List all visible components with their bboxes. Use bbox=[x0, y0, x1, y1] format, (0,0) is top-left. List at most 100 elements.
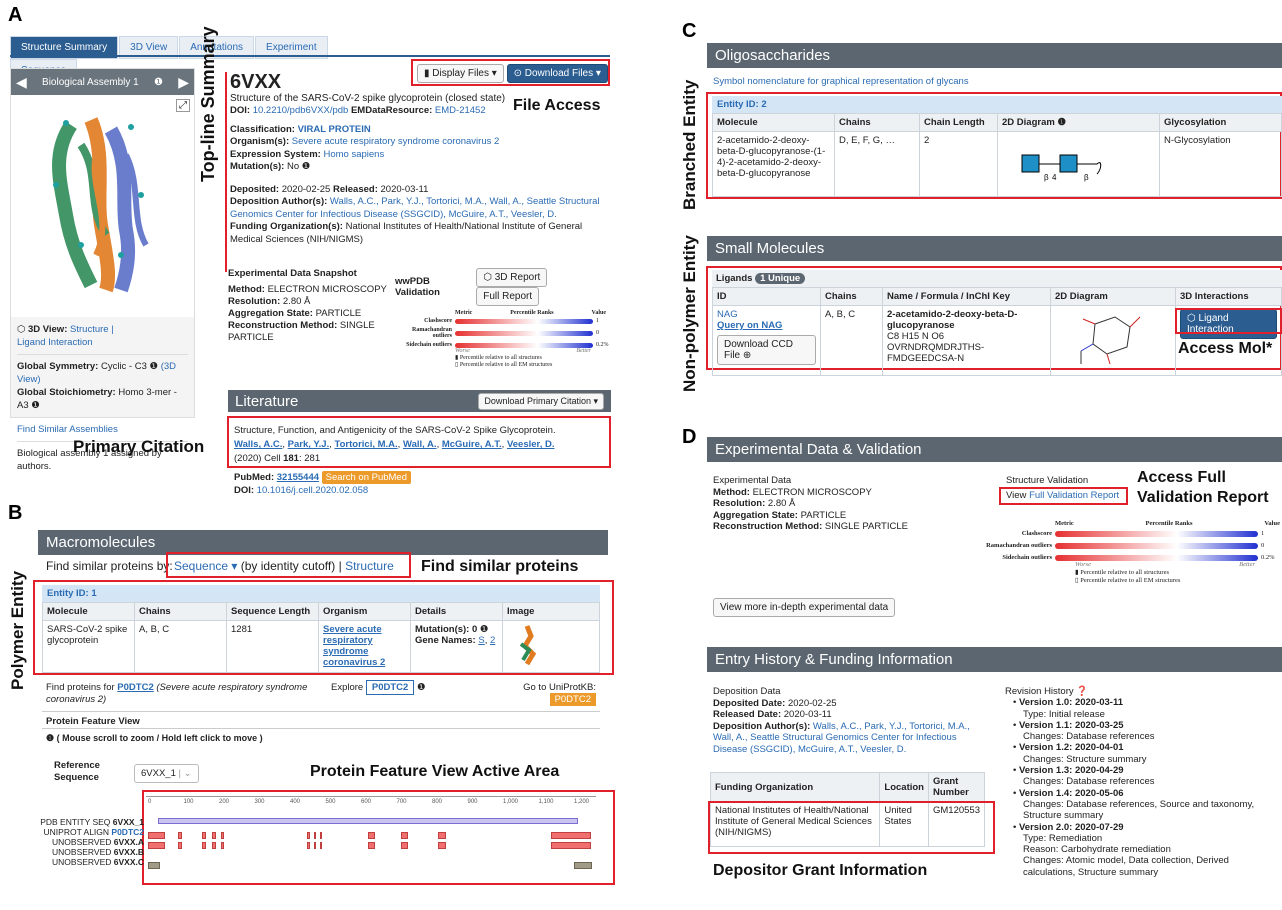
next-arrow-icon[interactable]: ▶ bbox=[178, 74, 189, 91]
view3d-label: 3D View: bbox=[27, 324, 68, 335]
separator: | bbox=[338, 559, 342, 573]
track-id[interactable]: P0DTC2 bbox=[111, 827, 144, 837]
dep-data-title: Deposition Data bbox=[713, 686, 781, 697]
unobserved-segment bbox=[178, 842, 182, 849]
released-value: 2020-03-11 bbox=[380, 183, 429, 195]
expr-link[interactable]: Homo sapiens bbox=[323, 149, 384, 160]
citation-author[interactable]: Park, Y.J. bbox=[288, 439, 330, 450]
table-row: 2-acetamido-2-deoxy-beta-D-glucopyranose… bbox=[712, 131, 1282, 197]
view3d-structure-link[interactable]: Structure | bbox=[70, 324, 114, 335]
authors-label: Deposition Author(s): bbox=[230, 196, 328, 207]
citation-author[interactable]: McGuire, A.T. bbox=[442, 439, 502, 450]
structure-image[interactable]: ⤢ bbox=[11, 95, 194, 317]
expand-icon[interactable]: ⤢ bbox=[176, 99, 190, 112]
col-header: Name / Formula / InChI Key bbox=[882, 287, 1051, 306]
col-header: Molecule bbox=[42, 602, 135, 621]
download-citation-button[interactable]: Download Primary Citation ▾ bbox=[478, 392, 604, 410]
download-ccd-button[interactable]: Download CCD File ⊕ bbox=[717, 335, 816, 365]
organism-link[interactable]: Severe acute respiratory syndrome corona… bbox=[323, 624, 385, 668]
callout-primary-citation: Primary Citation bbox=[73, 437, 205, 456]
uniprot-button[interactable]: P0DTC2 bbox=[549, 693, 596, 706]
uniprot-link[interactable]: P0DTC2 bbox=[117, 682, 153, 693]
val-legend-2: Percentile relative to all EM structures bbox=[459, 362, 553, 368]
full-report-link[interactable]: Full Validation Report bbox=[1029, 490, 1119, 501]
method-label: Method: bbox=[713, 486, 750, 498]
pdb-id: 6VXX bbox=[230, 71, 282, 93]
unobserved-segment bbox=[314, 832, 316, 839]
info-icon: ❶ bbox=[1057, 117, 1066, 128]
ligand-interaction-link[interactable]: Ligand Interaction bbox=[17, 337, 93, 348]
emdb-link[interactable]: EMD-21452 bbox=[435, 105, 486, 116]
info-icon: ❓ bbox=[1076, 686, 1089, 697]
lit-doi-link[interactable]: 10.1016/j.cell.2020.02.058 bbox=[257, 485, 368, 496]
macromolecules-header: Macromolecules bbox=[38, 530, 608, 555]
search-pubmed-button[interactable]: Search on PubMed bbox=[321, 471, 412, 484]
pfv-area[interactable]: 0 100 200 300 400 500 600 700 800 900 1,000 1,100 1,… bbox=[146, 796, 596, 882]
recon-label: Reconstruction Method: bbox=[713, 521, 823, 532]
glycan-beta: β bbox=[1084, 173, 1089, 182]
glycan-nomenclature-link[interactable]: Symbol nomenclature for graphical repres… bbox=[713, 76, 969, 87]
citation-author[interactable]: Walls, A.C. bbox=[234, 439, 282, 450]
class-link[interactable]: VIRAL PROTEIN bbox=[298, 124, 371, 135]
unobserved-segment bbox=[401, 842, 408, 849]
doi-link[interactable]: 10.2210/pdb6VXX/pdb bbox=[253, 105, 349, 116]
revision-history: Revision History ❓ • Version 1.0: 2020-0… bbox=[1005, 686, 1275, 878]
query-nag-link[interactable]: Query on NAG bbox=[717, 320, 782, 331]
glycosylation-cell: N-Glycosylation bbox=[1159, 131, 1282, 197]
citation-author[interactable]: Veesler, D. bbox=[507, 439, 555, 450]
gene-link[interactable]: 2 bbox=[490, 635, 495, 646]
ruler-tick-label: 400 bbox=[290, 799, 301, 805]
callout-polymer-entity: Polymer Entity bbox=[8, 570, 27, 690]
glycan-4: 4 bbox=[1052, 173, 1057, 182]
ruler-tick-label: 100 bbox=[183, 799, 194, 805]
sm-name: 2-acetamido-2-deoxy-beta-D-glucopyranose bbox=[887, 309, 1018, 331]
info-icon[interactable]: ❶ bbox=[154, 77, 163, 88]
ruler-tick-label: 0 bbox=[148, 799, 152, 805]
ref-seq-label: Reference Sequence bbox=[54, 760, 100, 783]
validation-slider-d[interactable]: Metric Percentile Ranks Value Clashscore 1 … bbox=[980, 520, 1280, 584]
val-row-value: 0 bbox=[596, 330, 599, 336]
nag-link[interactable]: NAG bbox=[717, 309, 738, 320]
citation-volume: 181 bbox=[283, 453, 299, 464]
ref-seq-select[interactable]: 6VXX_1 | ⌄ bbox=[134, 764, 199, 783]
track-label: UNIPROT ALIGN bbox=[43, 827, 110, 837]
col-header: Sequence Length bbox=[226, 602, 319, 621]
entity-image[interactable] bbox=[507, 624, 547, 666]
nag-diagram[interactable] bbox=[1055, 309, 1165, 369]
class-label: Classification: bbox=[230, 123, 295, 135]
molecule-cell: SARS-CoV-2 spike glycoprotein bbox=[42, 620, 135, 673]
val-better: Better bbox=[1239, 561, 1255, 568]
view-label: View bbox=[1006, 490, 1027, 501]
full-report-button[interactable]: Full Report bbox=[476, 287, 540, 306]
more-exp-data-button[interactable]: View more in-depth experimental data bbox=[713, 598, 896, 617]
explore-button[interactable]: P0DTC2 bbox=[365, 680, 415, 695]
sm-header: Small Molecules bbox=[707, 236, 1282, 261]
prev-arrow-icon[interactable]: ◀ bbox=[16, 74, 27, 91]
sequence-dropdown[interactable]: Sequence ▾ bbox=[174, 559, 237, 573]
panel-label-d: D bbox=[682, 426, 697, 448]
report-3d-button[interactable]: ⬡ 3D Report bbox=[476, 268, 548, 287]
col-header: Chain Length bbox=[919, 113, 998, 132]
unobserved-segment bbox=[438, 832, 446, 839]
callout-nonpolymer-entity: Non-polymer Entity bbox=[680, 235, 699, 392]
summary-marker bbox=[225, 72, 227, 272]
citation-author[interactable]: Tortorici, M.A. bbox=[335, 439, 398, 450]
protein-image bbox=[52, 117, 149, 293]
entity-seq-track bbox=[158, 818, 578, 824]
glycan-diagram: β4β bbox=[1021, 154, 1102, 182]
citation-author[interactable]: Wall, A. bbox=[403, 439, 437, 450]
info-icon: ❶ bbox=[31, 400, 40, 411]
callout-find-similar: Find similar proteins bbox=[421, 558, 579, 575]
pubmed-link[interactable]: 32155444 bbox=[277, 472, 319, 483]
gene-link[interactable]: S bbox=[478, 635, 484, 646]
length-cell: 2 bbox=[919, 131, 998, 197]
revision-version: Version 1.2: 2020-04-01 bbox=[1018, 742, 1124, 754]
structure-link[interactable]: Structure bbox=[345, 559, 394, 573]
val-bar bbox=[455, 342, 593, 348]
unobserved-segment bbox=[320, 832, 322, 839]
val-ranks-header: Percentile Ranks bbox=[1145, 520, 1193, 527]
organism-link[interactable]: Severe acute respiratory syndrome corona… bbox=[292, 136, 500, 147]
unobserved-segment bbox=[314, 842, 316, 849]
col-header: Molecule bbox=[712, 113, 835, 132]
cube-icon: ⬡ bbox=[483, 272, 492, 283]
